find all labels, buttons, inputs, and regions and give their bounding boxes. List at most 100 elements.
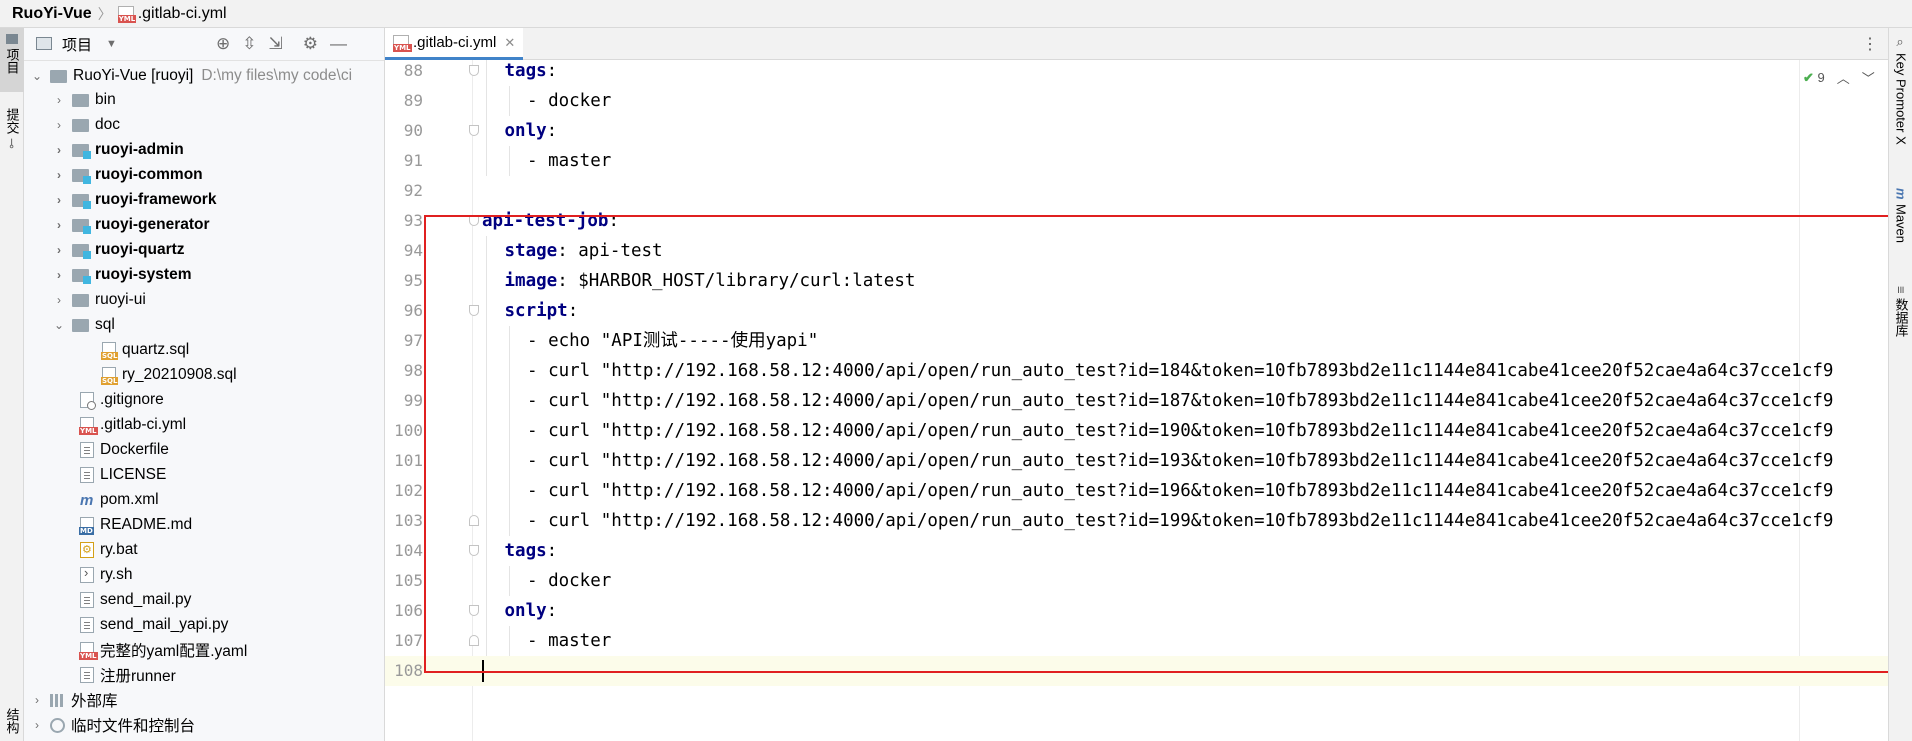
tree-item-register-runner[interactable]: 注册runner	[24, 663, 441, 687]
chevron-right-icon[interactable]: ›	[52, 268, 66, 282]
fold-marker-icon[interactable]	[469, 605, 479, 616]
tree-item-bin[interactable]: › bin	[24, 88, 413, 112]
chevron-right-icon[interactable]: ›	[52, 293, 66, 307]
tree-item-label: ruoyi-framework	[95, 191, 217, 208]
library-icon	[50, 693, 65, 707]
tree-item-ry-bat[interactable]: ry.bat	[24, 538, 441, 562]
indent-guide	[486, 146, 487, 176]
tree-item-license[interactable]: LICENSE	[24, 463, 441, 487]
tree-item-dockerfile[interactable]: Dockerfile	[24, 438, 441, 462]
chevron-down-icon[interactable]: ▼	[106, 38, 117, 50]
tree-item-ruoyi-admin[interactable]: › ruoyi-admin	[24, 138, 413, 162]
code-line[interactable]: 108	[385, 656, 1888, 686]
inspection-widget[interactable]: ✔ 9 ︿ ﹀	[1803, 68, 1875, 87]
locate-icon[interactable]: ⊕	[216, 34, 230, 54]
fold-marker-icon[interactable]	[469, 125, 479, 136]
code-line[interactable]: 91 - master	[385, 146, 1888, 176]
tool-window-database[interactable]: ≡ 数据库	[1889, 286, 1912, 366]
tree-item-ruoyi-system[interactable]: › ruoyi-system	[24, 263, 413, 287]
tool-window-key-promoter[interactable]: ⌕ Key Promoter X	[1889, 36, 1912, 186]
code-line[interactable]: 100 - curl "http://192.168.58.12:4000/api…	[385, 416, 1888, 446]
editor-tab-gitlab-ci[interactable]: .gitlab-ci.yml ✕	[385, 28, 524, 60]
previous-highlight-icon[interactable]: ︿	[1837, 68, 1850, 87]
chevron-right-icon[interactable]: ›	[52, 118, 66, 132]
tree-item-label: ruoyi-admin	[95, 141, 184, 158]
chevron-right-icon[interactable]: ›	[52, 218, 66, 232]
chevron-right-icon[interactable]: ›	[30, 693, 44, 707]
tree-item-send-mail[interactable]: send_mail.py	[24, 588, 441, 612]
chevron-right-icon[interactable]: ›	[52, 93, 66, 107]
code-line[interactable]: 101 - curl "http://192.168.58.12:4000/api…	[385, 446, 1888, 476]
chevron-right-icon[interactable]: ›	[52, 168, 66, 182]
code-line[interactable]: 105 - docker	[385, 566, 1888, 596]
code-line[interactable]: 106 only:	[385, 596, 1888, 626]
tree-item-external-libraries[interactable]: › 外部库	[24, 688, 391, 712]
code-line[interactable]: 94 stage: api-test	[385, 236, 1888, 266]
code-line[interactable]: 89 - docker	[385, 86, 1888, 116]
tree-item-ruoyi-framework[interactable]: › ruoyi-framework	[24, 188, 413, 212]
expand-all-icon[interactable]: ⇳	[242, 34, 256, 54]
fold-marker-icon[interactable]	[469, 635, 479, 646]
tool-window-maven[interactable]: m Maven	[1889, 188, 1912, 278]
code-line[interactable]: 96 script:	[385, 296, 1888, 326]
code-line[interactable]: 99 - curl "http://192.168.58.12:4000/api/…	[385, 386, 1888, 416]
gear-icon[interactable]: ⚙	[303, 34, 318, 54]
tool-window-project[interactable]: 项目	[0, 28, 24, 92]
code-line[interactable]: 92	[385, 176, 1888, 206]
tree-item-gitlab-ci[interactable]: .gitlab-ci.yml	[24, 413, 441, 437]
more-options-icon[interactable]: ⋮	[1862, 34, 1878, 54]
code-line[interactable]: 98 - curl "http://192.168.58.12:4000/api/…	[385, 356, 1888, 386]
collapse-all-icon[interactable]: ⇲	[269, 34, 283, 54]
tree-item-ruoyi-common[interactable]: › ruoyi-common	[24, 163, 413, 187]
tool-window-commit[interactable]: 提交 ⊸	[0, 108, 24, 168]
fold-marker-icon[interactable]	[469, 305, 479, 316]
code-line[interactable]: 88 tags:	[385, 60, 1888, 86]
chevron-right-icon[interactable]: ›	[52, 243, 66, 257]
line-number: 89	[403, 91, 423, 110]
chevron-right-icon[interactable]: ›	[30, 718, 44, 732]
tool-window-structure[interactable]: 结构	[0, 708, 24, 741]
indent-guide	[486, 116, 487, 146]
code-editor[interactable]: 88 tags: 89 - docker 90 only: 91 - master 92 93 ap…	[385, 60, 1888, 741]
fold-marker-icon[interactable]	[469, 545, 479, 556]
chevron-right-icon[interactable]: ›	[52, 143, 66, 157]
tree-item-scratches[interactable]: › 临时文件和控制台	[24, 713, 391, 737]
chevron-right-icon[interactable]: ›	[52, 193, 66, 207]
next-highlight-icon[interactable]: ﹀	[1862, 68, 1875, 87]
fold-marker-icon[interactable]	[469, 215, 479, 226]
chevron-down-icon[interactable]: ⌄	[30, 69, 44, 83]
code-line[interactable]: 107 - master	[385, 626, 1888, 656]
chevron-down-icon[interactable]: ⌄	[52, 318, 66, 332]
code-line[interactable]: 102 - curl "http://192.168.58.12:4000/api…	[385, 476, 1888, 506]
project-view-selector[interactable]: 项目	[62, 34, 92, 55]
tree-item-doc[interactable]: › doc	[24, 113, 413, 137]
tree-item-send-mail-yapi[interactable]: send_mail_yapi.py	[24, 613, 441, 637]
code-line[interactable]: 103 - curl "http://192.168.58.12:4000/api…	[385, 506, 1888, 536]
tree-item-pom[interactable]: m pom.xml	[24, 488, 441, 512]
hide-icon[interactable]: —	[330, 34, 347, 54]
fold-marker-icon[interactable]	[469, 65, 479, 76]
tree-item-sql[interactable]: ⌄ sql	[24, 313, 413, 337]
code-line[interactable]: 90 only:	[385, 116, 1888, 146]
tree-item-gitignore[interactable]: .gitignore	[24, 388, 441, 412]
code-line[interactable]: 104 tags:	[385, 536, 1888, 566]
code-line[interactable]: 97 - echo "API测试-----使用yapi"	[385, 326, 1888, 356]
code-line[interactable]: 93 api-test-job:	[385, 206, 1888, 236]
code-line[interactable]: 95 image: $HARBOR_HOST/library/curl:lates…	[385, 266, 1888, 296]
close-icon[interactable]: ✕	[504, 35, 515, 51]
tree-item-ruoyi-quartz[interactable]: › ruoyi-quartz	[24, 238, 413, 262]
breadcrumb-file[interactable]: .gitlab-ci.yml	[138, 5, 227, 23]
tree-item-ry-sh[interactable]: ry.sh	[24, 563, 441, 587]
fold-marker-icon[interactable]	[469, 515, 479, 526]
tree-root[interactable]: ⌄ RuoYi-Vue [ruoyi] D:\my files\my code\…	[24, 64, 391, 88]
breadcrumb-project[interactable]: RuoYi-Vue	[12, 5, 92, 23]
code-text: stage: api-test	[505, 236, 663, 266]
code-text: - curl "http://192.168.58.12:4000/api/op…	[527, 481, 1834, 501]
tree-item-full-yaml[interactable]: 完整的yaml配置.yaml	[24, 638, 441, 662]
tree-item-ruoyi-ui[interactable]: › ruoyi-ui	[24, 288, 413, 312]
tree-item-ruoyi-generator[interactable]: › ruoyi-generator	[24, 213, 413, 237]
indent-guide	[486, 446, 487, 476]
line-number: 96	[403, 301, 423, 320]
tree-item-readme[interactable]: README.md	[24, 513, 441, 537]
indent-guide	[486, 626, 487, 656]
